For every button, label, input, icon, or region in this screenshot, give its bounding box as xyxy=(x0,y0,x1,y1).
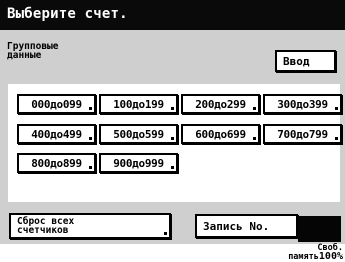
range-button-900-999[interactable]: 900до999 xyxy=(99,153,178,173)
range-button-100-199[interactable]: 100до199 xyxy=(99,94,178,114)
number-display xyxy=(298,216,341,242)
screen-title: Выберите счет. xyxy=(7,6,128,22)
free-memory-status: Своб. память100% xyxy=(288,243,343,262)
range-button-000-099[interactable]: 000до099 xyxy=(17,94,96,114)
record-number-button[interactable]: Запись No. xyxy=(195,214,298,238)
range-button-200-299[interactable]: 200до299 xyxy=(181,94,260,114)
range-button-700-799[interactable]: 700до799 xyxy=(263,124,342,144)
range-button-300-399[interactable]: 300до399 xyxy=(263,94,342,114)
range-button-600-699[interactable]: 600до699 xyxy=(181,124,260,144)
range-button-400-499[interactable]: 400до499 xyxy=(17,124,96,144)
reset-all-counters-button[interactable]: Сброс всех счетчиков xyxy=(9,213,171,239)
range-button-800-899[interactable]: 800до899 xyxy=(17,153,96,173)
range-button-500-599[interactable]: 500до599 xyxy=(99,124,178,144)
enter-button[interactable]: Ввод xyxy=(275,50,336,72)
group-data-label: Групповые данные xyxy=(7,41,59,61)
title-bar: Выберите счет. xyxy=(0,0,345,30)
